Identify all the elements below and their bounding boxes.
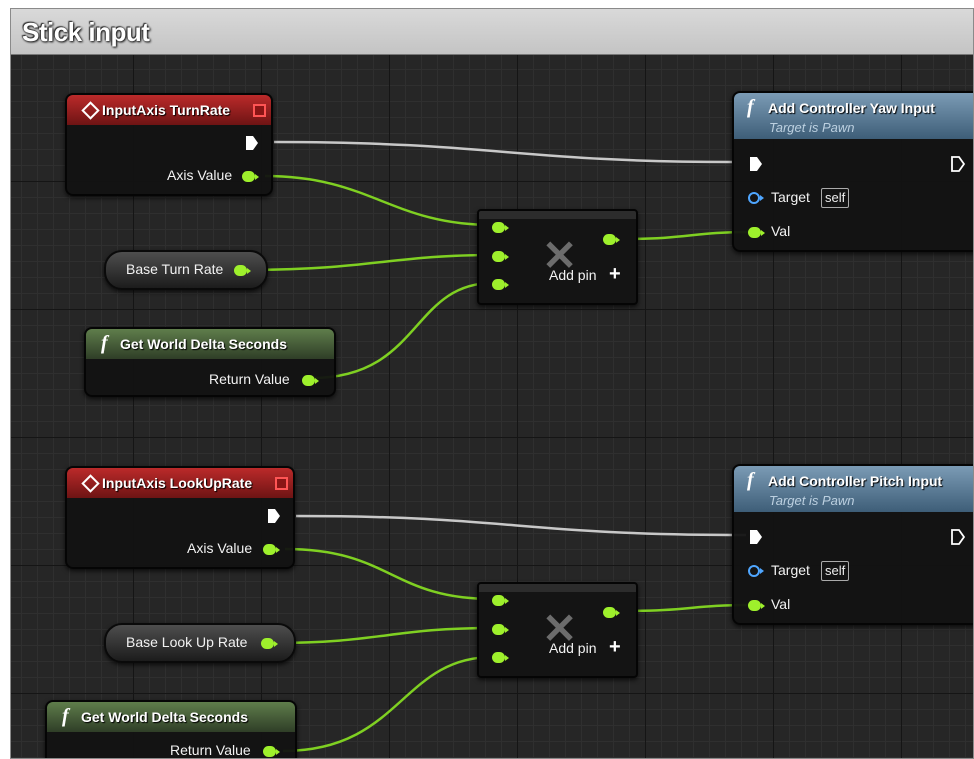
axis-value-label: Axis Value xyxy=(187,540,253,556)
return-value-pin[interactable] xyxy=(302,375,319,386)
target-label: Target xyxy=(771,189,810,205)
multiply-node-2[interactable]: ✕ Add pin + xyxy=(477,582,638,678)
base-look-up-rate-variable[interactable]: Base Look Up Rate xyxy=(104,623,296,663)
axis-value-pin[interactable] xyxy=(242,171,259,182)
graph-title-bar: Stick input xyxy=(11,9,973,55)
base-turn-rate-variable[interactable]: Base Turn Rate xyxy=(104,250,268,290)
wire-turn-delta-to-multiply[interactable] xyxy=(311,281,494,380)
blueprint-editor-panel: Stick input InputAxis TurnRate Axis Valu… xyxy=(10,8,974,759)
exec-arrow-icon[interactable] xyxy=(245,135,259,151)
exec-out-arrow-icon[interactable] xyxy=(951,529,965,545)
exec-in-arrow-icon[interactable] xyxy=(749,529,763,545)
node-subtitle: Target is Pawn xyxy=(769,493,855,508)
multiply-input-pin-a[interactable] xyxy=(492,595,509,606)
target-label: Target xyxy=(771,562,810,578)
add-controller-yaw-input-node[interactable]: f Add Controller Yaw Input Target is Paw… xyxy=(732,91,973,252)
red-square-icon[interactable] xyxy=(275,477,288,490)
wire-turn-axis-to-multiply[interactable] xyxy=(264,174,494,227)
multiply-input-pin-a[interactable] xyxy=(492,222,509,233)
node-title: InputAxis TurnRate xyxy=(102,102,231,118)
add-pin-label[interactable]: Add pin xyxy=(549,267,596,283)
val-label: Val xyxy=(771,223,791,239)
target-self-box[interactable]: self xyxy=(821,188,850,208)
graph-title: Stick input xyxy=(22,17,150,47)
variable-pin[interactable] xyxy=(234,265,251,276)
exec-wire-turn[interactable] xyxy=(273,140,733,164)
return-value-label: Return Value xyxy=(170,742,251,758)
node-title: InputAxis LookUpRate xyxy=(102,475,253,491)
multiply-input-pin-b[interactable] xyxy=(492,251,509,262)
exec-arrow-icon[interactable] xyxy=(267,508,281,524)
val-pin[interactable] xyxy=(748,227,765,238)
function-f-icon: f xyxy=(747,469,754,491)
function-f-icon: f xyxy=(62,705,69,727)
axis-value-label: Axis Value xyxy=(167,167,233,183)
input-axis-turnrate-node[interactable]: InputAxis TurnRate Axis Value xyxy=(65,93,273,196)
wire-turn-rate-to-multiply[interactable] xyxy=(243,253,494,272)
multiply-node[interactable]: ✕ Add pin + xyxy=(477,209,638,305)
variable-label: Base Look Up Rate xyxy=(126,634,248,650)
val-pin[interactable] xyxy=(748,600,765,611)
input-axis-lookuprate-node[interactable]: InputAxis LookUpRate Axis Value xyxy=(65,466,295,569)
add-controller-pitch-input-node[interactable]: f Add Controller Pitch Input Target is P… xyxy=(732,464,973,625)
function-f-icon: f xyxy=(101,332,108,354)
axis-value-pin[interactable] xyxy=(263,544,280,555)
multiply-input-pin-c[interactable] xyxy=(492,652,509,663)
exec-wire-lookup[interactable] xyxy=(295,514,747,537)
node-title: Get World Delta Seconds xyxy=(120,336,287,352)
plus-icon[interactable]: + xyxy=(609,637,621,657)
wire-lookup-rate-to-multiply[interactable] xyxy=(272,626,494,645)
red-square-icon[interactable] xyxy=(253,104,266,117)
target-pin[interactable] xyxy=(748,565,764,577)
node-title: Add Controller Pitch Input xyxy=(768,473,943,489)
add-pin-label[interactable]: Add pin xyxy=(549,640,596,656)
multiply-input-pin-b[interactable] xyxy=(492,624,509,635)
node-title: Add Controller Yaw Input xyxy=(768,100,935,116)
plus-icon[interactable]: + xyxy=(609,264,621,284)
node-title: Get World Delta Seconds xyxy=(81,709,248,725)
get-world-delta-seconds-node[interactable]: f Get World Delta Seconds Return Value xyxy=(84,327,336,397)
val-label: Val xyxy=(771,596,791,612)
node-subtitle: Target is Pawn xyxy=(769,120,855,135)
function-f-icon: f xyxy=(747,96,754,118)
wire-lookup-delta-to-multiply[interactable] xyxy=(282,655,494,753)
get-world-delta-seconds-node-2[interactable]: f Get World Delta Seconds Return Value xyxy=(45,700,297,758)
wire-lookup-axis-to-multiply[interactable] xyxy=(284,547,494,601)
exec-out-arrow-icon[interactable] xyxy=(951,156,965,172)
multiply-input-pin-c[interactable] xyxy=(492,279,509,290)
exec-in-arrow-icon[interactable] xyxy=(749,156,763,172)
variable-pin[interactable] xyxy=(261,638,278,649)
return-value-pin[interactable] xyxy=(263,746,280,757)
blueprint-graph-canvas[interactable]: InputAxis TurnRate Axis Value Base Turn … xyxy=(11,55,973,758)
variable-label: Base Turn Rate xyxy=(126,261,224,277)
multiply-output-pin[interactable] xyxy=(603,607,620,618)
target-self-box[interactable]: self xyxy=(821,561,850,581)
multiply-output-pin[interactable] xyxy=(603,234,620,245)
return-value-label: Return Value xyxy=(209,371,290,387)
target-pin[interactable] xyxy=(748,192,764,204)
